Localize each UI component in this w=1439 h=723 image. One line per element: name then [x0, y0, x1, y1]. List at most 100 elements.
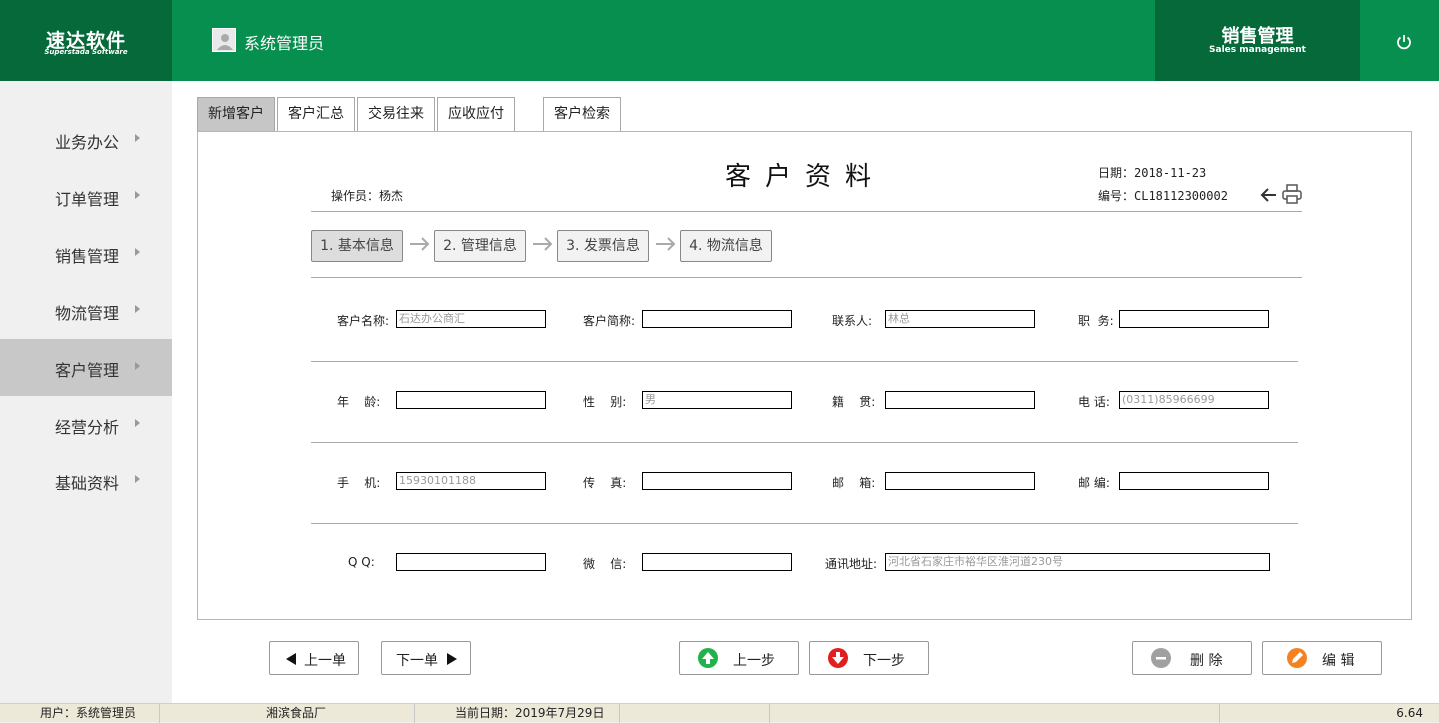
document-date: 日期：2018-11-23	[1098, 166, 1207, 180]
prev-document-label: 上一单	[304, 653, 346, 669]
status-company: 湘滨食品厂	[160, 704, 415, 723]
qq-field[interactable]	[396, 553, 546, 571]
hometown-label: 籍 贯:	[832, 395, 876, 409]
fax-label: 传 真:	[583, 476, 627, 490]
user-avatar-icon	[212, 28, 236, 52]
customer-name-field[interactable]: 石达办公商汇	[396, 310, 546, 328]
contact-label: 联系人:	[832, 314, 873, 328]
step-basic-info[interactable]: 1. 基本信息	[311, 230, 403, 262]
sidebar-item-logistics-management[interactable]: 物流管理	[0, 282, 172, 339]
tab-customer-summary[interactable]: 客户汇总	[277, 97, 355, 131]
row-divider	[311, 361, 1298, 362]
status-user: 用户：系统管理员	[0, 704, 160, 723]
triangle-right-icon	[447, 653, 457, 665]
wechat-field[interactable]	[642, 553, 792, 571]
fax-field[interactable]	[642, 472, 792, 490]
short-name-label: 客户简称:	[583, 314, 636, 328]
address-label: 通讯地址:	[825, 557, 878, 571]
step-logistics-info[interactable]: 4. 物流信息	[680, 230, 772, 262]
status-bar: 用户：系统管理员 湘滨食品厂 当前日期：2019年7月29日 6.64	[0, 703, 1439, 723]
prev-document-button[interactable]: 上一单	[269, 641, 359, 675]
chevron-right-icon	[135, 475, 140, 483]
tab-customer-search[interactable]: 客户检索	[543, 97, 621, 131]
email-label: 邮 箱:	[832, 476, 876, 490]
status-current-date: 当前日期：2019年7月29日	[415, 704, 620, 723]
header-divider	[311, 211, 1302, 212]
sidebar-item-label: 订单管理	[55, 190, 120, 209]
logo-sub-text: Superstada Software	[44, 48, 128, 56]
address-field[interactable]: 河北省石家庄市裕华区淮河道230号	[885, 553, 1270, 571]
next-document-label: 下一单	[396, 653, 438, 669]
arrow-right-icon	[408, 234, 432, 254]
contact-field[interactable]: 林总	[885, 310, 1035, 328]
pencil-icon	[1287, 648, 1307, 668]
sidebar-item-label: 经营分析	[55, 418, 120, 437]
wechat-label: 微 信:	[583, 557, 627, 571]
document-number: 编号：CL18112300002	[1098, 189, 1228, 203]
status-cell-empty	[620, 704, 770, 723]
sidebar-item-business-office[interactable]: 业务办公	[0, 111, 172, 168]
arrow-right-icon	[654, 234, 678, 254]
chevron-right-icon	[135, 362, 140, 370]
chevron-right-icon	[135, 305, 140, 313]
step-invoice-info[interactable]: 3. 发票信息	[557, 230, 649, 262]
chevron-right-icon	[135, 419, 140, 427]
sidebar-item-sales-management[interactable]: 销售管理	[0, 225, 172, 282]
module-title-sub: Sales management	[1209, 45, 1306, 55]
power-icon[interactable]	[1394, 32, 1414, 52]
next-document-button[interactable]: 下一单	[381, 641, 471, 675]
sidebar-item-basic-data[interactable]: 基础资料	[0, 452, 172, 509]
arrow-down-icon	[828, 648, 848, 668]
sidebar-item-label: 业务办公	[55, 133, 120, 152]
position-label: 职 务:	[1078, 314, 1114, 328]
gender-label: 性 别:	[583, 395, 627, 409]
sidebar: 业务办公 订单管理 销售管理 物流管理 客户管理 经营分析 基础资料	[0, 81, 172, 703]
age-label: 年 龄:	[337, 395, 381, 409]
tab-new-customer[interactable]: 新增客户	[197, 97, 275, 131]
postcode-field[interactable]	[1119, 472, 1269, 490]
chevron-right-icon	[135, 134, 140, 142]
back-arrow-icon[interactable]	[1260, 186, 1278, 204]
sidebar-item-label: 物流管理	[55, 304, 120, 323]
printer-icon[interactable]	[1282, 184, 1302, 204]
prev-step-button[interactable]: 上一步	[679, 641, 799, 675]
edit-button[interactable]: 编 辑	[1262, 641, 1382, 675]
hometown-field[interactable]	[885, 391, 1035, 409]
delete-button[interactable]: 删 除	[1132, 641, 1252, 675]
mobile-field[interactable]: 15930101188	[396, 472, 546, 490]
status-version: 6.64	[1396, 706, 1423, 720]
phone-field[interactable]: (0311)85966699	[1119, 391, 1269, 409]
arrow-up-icon	[698, 648, 718, 668]
customer-form-panel	[197, 131, 1412, 620]
email-field[interactable]	[885, 472, 1035, 490]
tab-transactions[interactable]: 交易往来	[357, 97, 435, 131]
age-field[interactable]	[396, 391, 546, 409]
sidebar-item-order-management[interactable]: 订单管理	[0, 168, 172, 225]
sidebar-item-business-analysis[interactable]: 经营分析	[0, 396, 172, 453]
step-management-info[interactable]: 2. 管理信息	[434, 230, 526, 262]
postcode-label: 邮 编:	[1078, 476, 1110, 490]
customer-name-label: 客户名称:	[337, 314, 390, 328]
arrow-right-icon	[531, 234, 555, 254]
next-step-button[interactable]: 下一步	[809, 641, 929, 675]
next-step-label: 下一步	[863, 653, 905, 669]
edit-label: 编 辑	[1322, 653, 1355, 669]
short-name-field[interactable]	[642, 310, 792, 328]
chevron-right-icon	[135, 248, 140, 256]
position-field[interactable]	[1119, 310, 1269, 328]
row-divider	[311, 442, 1298, 443]
triangle-left-icon	[286, 653, 296, 665]
phone-label: 电 话:	[1078, 395, 1110, 409]
qq-label: Q Q:	[348, 555, 375, 569]
sidebar-item-label: 销售管理	[55, 247, 120, 266]
tab-receivables-payables[interactable]: 应收应付	[437, 97, 515, 131]
prev-step-label: 上一步	[733, 653, 775, 669]
gender-field[interactable]: 男	[642, 391, 792, 409]
chevron-right-icon	[135, 191, 140, 199]
sidebar-item-customer-management[interactable]: 客户管理	[0, 339, 172, 396]
row-divider	[311, 523, 1298, 524]
operator-label: 操作员：杨杰	[331, 189, 404, 203]
steps-divider	[311, 277, 1302, 278]
module-title: 销售管理 Sales management	[1155, 0, 1360, 81]
sidebar-item-label: 基础资料	[55, 474, 120, 493]
